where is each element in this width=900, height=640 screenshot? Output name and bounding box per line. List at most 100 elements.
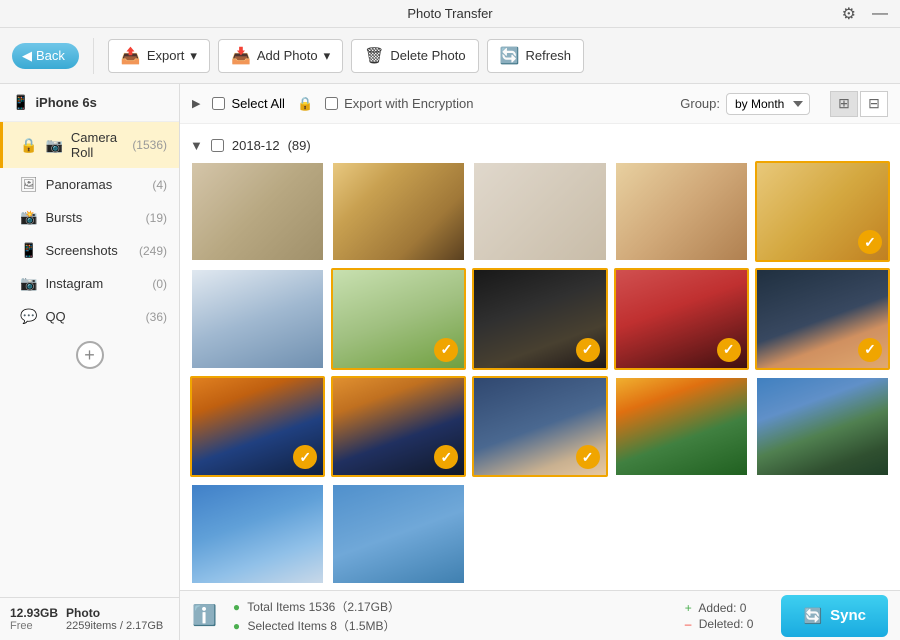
photo-item[interactable]: ✓ xyxy=(190,376,325,477)
panoramas-label: Panoramas xyxy=(46,177,145,192)
storage-info: 12.93GB Free xyxy=(10,606,58,632)
delete-photo-label: Delete Photo xyxy=(390,48,465,63)
month-checkbox[interactable] xyxy=(211,139,224,152)
photo-item[interactable]: ✓ xyxy=(614,268,749,369)
panoramas-count: (4) xyxy=(152,178,167,192)
select-all-label[interactable]: Select All xyxy=(212,96,284,111)
refresh-button[interactable]: 🔄 Refresh xyxy=(487,39,584,73)
sync-button[interactable]: 🔄 Sync xyxy=(781,595,888,637)
camera-icon: 📷 xyxy=(45,137,62,154)
add-photo-button[interactable]: 📥 Add Photo ▾ xyxy=(218,39,343,73)
back-label: Back xyxy=(36,48,65,63)
bursts-label: Bursts xyxy=(45,210,137,225)
add-album-button[interactable]: + xyxy=(76,341,104,369)
total-dot: ● xyxy=(233,600,240,614)
export-dropdown-icon: ▾ xyxy=(190,48,197,64)
qq-icon: 💬 xyxy=(20,308,37,325)
photo-item[interactable] xyxy=(190,483,325,584)
selected-badge: ✓ xyxy=(858,338,882,362)
photo-item[interactable] xyxy=(190,161,325,262)
photo-info: Photo 2259items / 2.17GB xyxy=(66,606,163,632)
panoramas-icon: 🖼 xyxy=(20,176,38,193)
month-collapse-icon[interactable]: ▼ xyxy=(190,138,203,153)
list-view-button[interactable]: ⊟ xyxy=(860,91,888,117)
camera-roll-icon: 🔒 xyxy=(20,137,37,154)
storage-free: 12.93GB xyxy=(10,606,58,620)
app-title: Photo Transfer xyxy=(407,6,492,21)
group-wrap: Group: by Month by Day by Year xyxy=(680,93,810,115)
toolbar-separator xyxy=(93,38,94,74)
group-label: Group: xyxy=(680,96,720,111)
photo-item[interactable]: ✓ xyxy=(331,376,466,477)
total-items-label: ● Total Items 1536（2.17GB） xyxy=(233,598,400,615)
bursts-icon: 📸 xyxy=(20,209,37,226)
encrypt-checkbox[interactable] xyxy=(325,97,338,110)
action-bar: ▶ Select All 🔒 Export with Encryption Gr… xyxy=(180,84,900,124)
added-label: + Added: 0 xyxy=(685,601,754,615)
minimize-button[interactable]: — xyxy=(868,4,892,24)
refresh-label: Refresh xyxy=(526,48,572,63)
toolbar: ◀ Back 📤 Export ▾ 📥 Add Photo ▾ 🗑 Delete… xyxy=(0,28,900,84)
photo-item[interactable] xyxy=(614,161,749,262)
add-photo-label: Add Photo xyxy=(257,48,318,63)
photos-container[interactable]: ▼ 2018-12 (89) ✓✓✓✓✓✓✓✓ xyxy=(180,124,900,590)
selected-badge: ✓ xyxy=(576,338,600,362)
photo-item[interactable]: ✓ xyxy=(755,268,890,369)
grid-view-button[interactable]: ⊞ xyxy=(830,91,858,117)
export-icon: 📤 xyxy=(121,46,141,66)
photo-item[interactable]: ✓ xyxy=(472,268,607,369)
selected-dot: ● xyxy=(233,619,240,633)
sidebar-item-panoramas[interactable]: 🖼 Panoramas (4) xyxy=(0,168,179,201)
photo-item[interactable]: ✓ xyxy=(755,161,890,262)
bottom-bar: ℹ️ ● Total Items 1536（2.17GB） ● Selected… xyxy=(180,590,900,640)
info-icon: ℹ️ xyxy=(192,603,217,628)
month-header: ▼ 2018-12 (89) xyxy=(190,134,890,161)
photo-item[interactable] xyxy=(331,483,466,584)
settings-button[interactable]: ⚙ xyxy=(838,4,860,24)
photo-item[interactable]: ✓ xyxy=(331,268,466,369)
photo-item[interactable] xyxy=(472,161,607,262)
sidebar-item-instagram[interactable]: 📷 Instagram (0) xyxy=(0,267,179,300)
qq-count: (36) xyxy=(146,310,167,324)
encrypt-text: Export with Encryption xyxy=(344,96,473,111)
device-name: iPhone 6s xyxy=(35,95,96,110)
selected-badge: ✓ xyxy=(576,445,600,469)
sync-icon: 🔄 xyxy=(803,607,822,625)
group-select[interactable]: by Month by Day by Year xyxy=(726,93,810,115)
expand-arrow-icon: ▶ xyxy=(192,97,200,110)
photo-item[interactable] xyxy=(614,376,749,477)
month-group: ▼ 2018-12 (89) ✓✓✓✓✓✓✓✓ xyxy=(190,134,890,585)
info-text: ● Total Items 1536（2.17GB） ● Selected It… xyxy=(233,598,400,634)
delete-photo-button[interactable]: 🗑 Delete Photo xyxy=(351,39,478,73)
selected-badge: ✓ xyxy=(434,338,458,362)
photo-item[interactable] xyxy=(331,161,466,262)
screenshots-count: (249) xyxy=(139,244,167,258)
sidebar-item-screenshots[interactable]: 📱 Screenshots (249) xyxy=(0,234,179,267)
refresh-icon: 🔄 xyxy=(500,46,520,66)
photo-item[interactable] xyxy=(190,268,325,369)
photo-label: Photo xyxy=(66,606,163,620)
photo-item[interactable]: ✓ xyxy=(472,376,607,477)
added-deleted-info: + Added: 0 – Deleted: 0 xyxy=(685,601,754,631)
screenshots-icon: 📱 xyxy=(20,242,37,259)
screenshots-label: Screenshots xyxy=(45,243,131,258)
storage-free-label: Free xyxy=(10,620,58,632)
back-button[interactable]: ◀ Back xyxy=(12,43,79,69)
sidebar-item-qq[interactable]: 💬 QQ (36) xyxy=(0,300,179,333)
view-buttons: ⊞ ⊟ xyxy=(830,91,888,117)
photo-item[interactable] xyxy=(755,376,890,477)
lock-icon: 🔒 xyxy=(297,96,313,112)
encrypt-label[interactable]: Export with Encryption xyxy=(325,96,473,111)
export-button[interactable]: 📤 Export ▾ xyxy=(108,39,210,73)
delete-photo-icon: 🗑 xyxy=(364,46,384,66)
month-label: 2018-12 xyxy=(232,138,280,153)
export-label: Export xyxy=(147,48,185,63)
instagram-label: Instagram xyxy=(45,276,144,291)
sidebar: 📱 iPhone 6s 🔒 📷 Camera Roll (1536) 🖼 Pan… xyxy=(0,84,180,640)
sidebar-item-camera-roll[interactable]: 🔒 📷 Camera Roll (1536) xyxy=(0,122,179,168)
photo-items: 2259items / 2.17GB xyxy=(66,620,163,632)
instagram-icon: 📷 xyxy=(20,275,37,292)
select-all-checkbox[interactable] xyxy=(212,97,225,110)
deleted-label: – Deleted: 0 xyxy=(685,617,754,631)
sidebar-item-bursts[interactable]: 📸 Bursts (19) xyxy=(0,201,179,234)
